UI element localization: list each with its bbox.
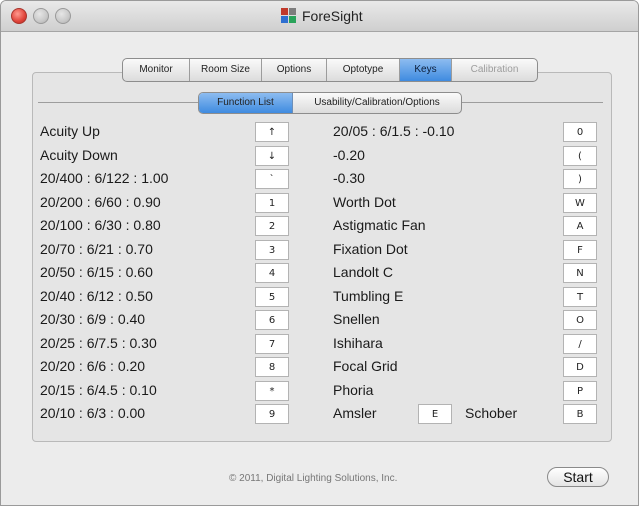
function-label: 20/50 : 6/15 : 0.60 xyxy=(40,264,153,280)
key-field[interactable]: E xyxy=(418,404,452,424)
tab-options[interactable]: Options xyxy=(262,59,327,81)
function-label: Fixation Dot xyxy=(333,241,408,257)
tab-monitor[interactable]: Monitor xyxy=(123,59,190,81)
key-field[interactable]: 2 xyxy=(255,216,289,236)
function-label: Schober xyxy=(465,405,518,421)
main-tabs: Monitor Room Size Options Optotype Keys … xyxy=(122,58,538,82)
tab-optotype[interactable]: Optotype xyxy=(327,59,400,81)
function-label: Focal Grid xyxy=(333,358,398,374)
key-field[interactable]: ↓ xyxy=(255,146,289,166)
function-label: Phoria xyxy=(333,382,374,398)
function-label: -0.20 xyxy=(333,147,365,163)
function-label: Acuity Down xyxy=(40,147,118,163)
zoom-button[interactable] xyxy=(55,8,71,24)
function-label: 20/25 : 6/7.5 : 0.30 xyxy=(40,335,157,351)
key-field[interactable]: / xyxy=(563,334,597,354)
sub-tabs: Function List Usability/Calibration/Opti… xyxy=(198,92,462,114)
tab-function-list[interactable]: Function List xyxy=(199,93,293,113)
tab-room-size[interactable]: Room Size xyxy=(190,59,262,81)
function-label: Astigmatic Fan xyxy=(333,217,426,233)
function-label: Worth Dot xyxy=(333,194,396,210)
key-field[interactable]: N xyxy=(563,263,597,283)
minimize-button[interactable] xyxy=(33,8,49,24)
function-label: 20/40 : 6/12 : 0.50 xyxy=(40,288,153,304)
function-label: 20/10 : 6/3 : 0.00 xyxy=(40,405,146,421)
key-field[interactable]: 4 xyxy=(255,263,289,283)
key-field[interactable]: 9 xyxy=(255,404,289,424)
function-label: 20/30 : 6/9 : 0.40 xyxy=(40,311,146,327)
key-field[interactable]: ) xyxy=(563,169,597,189)
function-label: 20/70 : 6/21 : 0.70 xyxy=(40,241,153,257)
function-label: Snellen xyxy=(333,311,380,327)
copyright-text: © 2011, Digital Lighting Solutions, Inc. xyxy=(229,473,398,484)
key-field[interactable]: P xyxy=(563,381,597,401)
function-label: 20/20 : 6/6 : 0.20 xyxy=(40,358,146,374)
close-button[interactable] xyxy=(11,8,27,24)
key-field[interactable]: A xyxy=(563,216,597,236)
key-field[interactable]: 5 xyxy=(255,287,289,307)
key-field[interactable]: W xyxy=(563,193,597,213)
key-field[interactable]: 8 xyxy=(255,357,289,377)
key-field[interactable]: D xyxy=(563,357,597,377)
key-field[interactable]: 6 xyxy=(255,310,289,330)
function-label: 20/200 : 6/60 : 0.90 xyxy=(40,194,161,210)
tab-usability-calibration-options[interactable]: Usability/Calibration/Options xyxy=(293,93,461,113)
key-field[interactable]: F xyxy=(563,240,597,260)
app-icon xyxy=(281,8,297,24)
function-label: 20/05 : 6/1.5 : -0.10 xyxy=(333,123,455,139)
key-field[interactable]: 7 xyxy=(255,334,289,354)
window-title: ForeSight xyxy=(302,8,363,24)
start-button[interactable]: Start xyxy=(547,467,609,487)
key-field[interactable]: B xyxy=(563,404,597,424)
key-field[interactable]: O xyxy=(563,310,597,330)
tab-keys[interactable]: Keys xyxy=(400,59,452,81)
key-field[interactable]: ( xyxy=(563,146,597,166)
tab-calibration[interactable]: Calibration xyxy=(452,59,537,81)
key-field[interactable]: * xyxy=(255,381,289,401)
function-label: Amsler xyxy=(333,405,377,421)
function-label: 20/100 : 6/30 : 0.80 xyxy=(40,217,161,233)
function-label: Tumbling E xyxy=(333,288,404,304)
key-field[interactable]: 1 xyxy=(255,193,289,213)
function-label: 20/15 : 6/4.5 : 0.10 xyxy=(40,382,157,398)
function-label: Ishihara xyxy=(333,335,383,351)
key-field[interactable]: ` xyxy=(255,169,289,189)
key-field[interactable]: 3 xyxy=(255,240,289,260)
title-bar: ForeSight xyxy=(1,1,638,32)
function-label: Landolt C xyxy=(333,264,393,280)
key-field[interactable]: ↑ xyxy=(255,122,289,142)
function-label: -0.30 xyxy=(333,170,365,186)
key-field[interactable]: 0 xyxy=(563,122,597,142)
function-label: 20/400 : 6/122 : 1.00 xyxy=(40,170,169,186)
function-label: Acuity Up xyxy=(40,123,100,139)
app-window: ForeSight Monitor Room Size Options Opto… xyxy=(0,0,639,506)
key-field[interactable]: T xyxy=(563,287,597,307)
